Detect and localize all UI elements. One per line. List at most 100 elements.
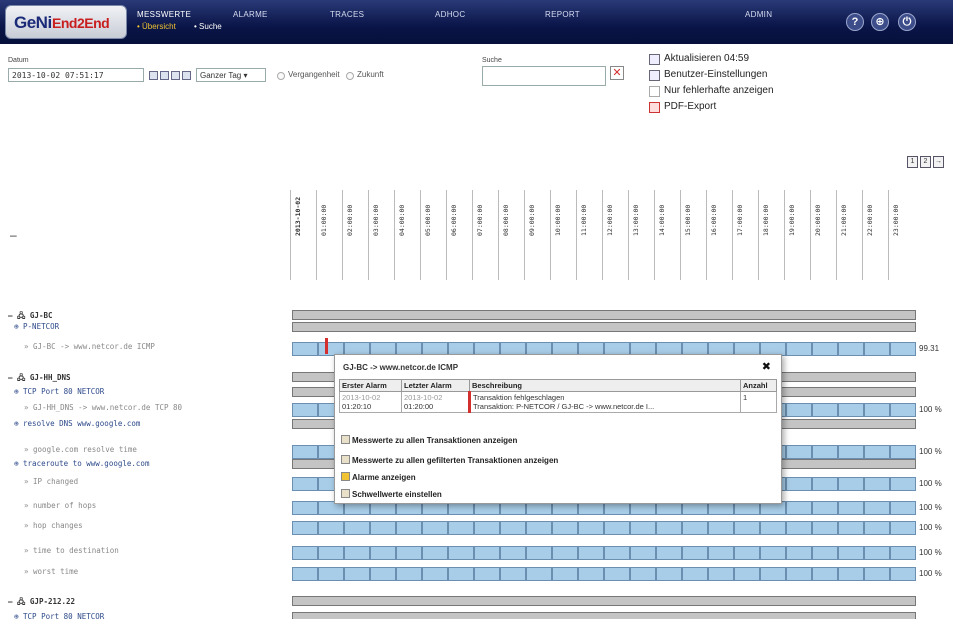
nav-traces[interactable]: TRACES — [330, 10, 364, 19]
page-2-button[interactable]: 2 — [920, 156, 931, 168]
tree-item[interactable]: – 🖧 GJP-212.22 — [8, 596, 75, 609]
timeline-column-header: 2013-10-02 — [290, 190, 306, 280]
status-timeline-bar[interactable] — [292, 596, 916, 606]
tree-item[interactable]: » google.com resolve time — [24, 445, 137, 454]
timeline-column-header: 14:00:00 — [654, 190, 670, 280]
timeline-column-header: 18:00:00 — [758, 190, 774, 280]
tree-item[interactable]: ⊕ TCP Port 80 NETCOR — [14, 612, 104, 619]
threshold-icon — [341, 489, 350, 498]
col-header-first-alarm: Erster Alarm — [339, 379, 402, 392]
pdf-export-link[interactable]: PDF-Export — [664, 101, 716, 112]
last-alarm-cell: 2013-10-02 01:20:00 — [401, 391, 470, 413]
column-time-label: 03:00:00 — [372, 204, 380, 236]
column-time-label: 17:00:00 — [736, 204, 744, 236]
tree-item[interactable]: – 🖧 GJ-HH_DNS — [8, 372, 71, 385]
calendar-icon[interactable] — [149, 71, 158, 80]
future-radio[interactable] — [346, 72, 354, 80]
past-radio[interactable] — [277, 72, 285, 80]
availability-value: 100 % — [919, 523, 942, 532]
nav-adhoc[interactable]: ADHOC — [435, 10, 465, 19]
column-time-label: 15:00:00 — [684, 204, 692, 236]
range-select[interactable]: Ganzer Tag ▾ — [196, 68, 266, 82]
app-logo[interactable]: GeNi End2End — [5, 5, 127, 39]
tree-item[interactable]: ⊕ P-NETCOR — [14, 322, 59, 331]
datum-input[interactable]: 2013-10-02 07:51:17 — [8, 68, 144, 82]
refresh-link[interactable]: Aktualisieren 04:59 — [664, 53, 749, 64]
nav-alarme[interactable]: ALARME — [233, 10, 268, 19]
clear-search-icon[interactable]: ✕ — [610, 66, 624, 80]
user-settings-link[interactable]: Benutzer-Einstellungen — [664, 69, 767, 80]
action-label: Schwellwerte einstellen — [352, 490, 442, 499]
availability-value: 100 % — [919, 503, 942, 512]
collapse-all-button[interactable]: – — [10, 228, 17, 242]
action-thresholds[interactable]: Schwellwerte einstellen — [341, 489, 442, 499]
popup-title: GJ-BC -> www.netcor.de ICMP — [343, 363, 459, 372]
column-time-label: 11:00:00 — [580, 204, 588, 236]
chart-icon — [341, 435, 350, 444]
timeline-column-header: 20:00:00 — [810, 190, 826, 280]
subnav-suche[interactable]: Suche — [194, 22, 222, 31]
availability-value: 99.31 — [919, 344, 940, 353]
tree-item[interactable]: » IP changed — [24, 477, 78, 486]
status-timeline-bar[interactable] — [292, 322, 916, 332]
timeline-column-header: 10:00:00 — [550, 190, 566, 280]
action-show-alarms[interactable]: Alarme anzeigen — [341, 472, 416, 482]
column-time-label: 04:00:00 — [398, 204, 406, 236]
search-label: Suche — [482, 57, 502, 64]
status-timeline-bar[interactable] — [292, 546, 916, 560]
tree-item[interactable]: ⊕ resolve DNS www.google.com — [14, 419, 140, 428]
column-time-label: 22:00:00 — [866, 204, 874, 236]
timeline-column-header: 16:00:00 — [706, 190, 722, 280]
page-1-button[interactable]: 1 — [907, 156, 918, 168]
alarm-marker[interactable] — [325, 338, 328, 354]
column-time-label: 23:00:00 — [892, 204, 900, 236]
tree-item[interactable]: ⊕ traceroute to www.google.com — [14, 459, 149, 468]
action-filtered-transactions[interactable]: Messwerte zu allen gefilterten Transakti… — [341, 455, 558, 465]
tree-item[interactable]: » worst time — [24, 567, 78, 576]
timeline-column-header: 19:00:00 — [784, 190, 800, 280]
pdf-icon[interactable] — [649, 102, 660, 113]
prev-day-icon[interactable] — [160, 71, 169, 80]
now-icon[interactable] — [182, 71, 191, 80]
logo-sub-text: End2End — [52, 15, 110, 31]
only-errors-checkbox[interactable] — [649, 86, 660, 97]
datum-label: Datum — [8, 57, 29, 64]
timeline-column-header: 17:00:00 — [732, 190, 748, 280]
timeline-column-header: 21:00:00 — [836, 190, 852, 280]
tree-item[interactable]: » number of hops — [24, 501, 96, 510]
nav-messwerte[interactable]: MESSWERTE — [137, 10, 191, 19]
search-input[interactable] — [482, 66, 606, 86]
close-icon[interactable]: ✖ — [762, 360, 771, 373]
help-icon[interactable]: ? — [846, 13, 864, 31]
action-all-transactions[interactable]: Messwerte zu allen Transaktionen anzeige… — [341, 435, 517, 445]
table-row[interactable]: 2013-10-02 01:20:10 2013-10-02 01:20:00 Tr… — [339, 391, 777, 413]
tree-item[interactable]: » hop changes — [24, 521, 83, 530]
status-timeline-bar[interactable] — [292, 310, 916, 320]
status-timeline-bar[interactable] — [292, 521, 916, 535]
column-time-label: 20:00:00 — [814, 204, 822, 236]
timeline-column-header: 04:00:00 — [394, 190, 410, 280]
timeline-column-header: 09:00:00 — [524, 190, 540, 280]
globe-icon[interactable]: ⊕ — [871, 13, 889, 31]
page-next-button[interactable]: → — [933, 156, 944, 168]
subnav-uebersicht[interactable]: Übersicht — [137, 22, 176, 31]
timeline-column-header: 11:00:00 — [576, 190, 592, 280]
tree-item[interactable]: ⊕ TCP Port 80 NETCOR — [14, 387, 104, 396]
logo-main-text: GeNi — [14, 13, 52, 32]
nav-report[interactable]: REPORT — [545, 10, 580, 19]
col-header-count: Anzahl — [740, 379, 777, 392]
logout-icon[interactable]: ⏻ — [898, 13, 916, 31]
tree-item[interactable]: » GJ-HH_DNS -> www.netcor.de TCP 80 — [24, 403, 182, 412]
tree-item[interactable]: » GJ-BC -> www.netcor.de ICMP — [24, 342, 155, 351]
timeline-column-header: 02:00:00 — [342, 190, 358, 280]
top-navigation-bar: GeNi End2End MESSWERTE Übersicht Suche A… — [0, 0, 953, 44]
user-settings-icon[interactable] — [649, 70, 660, 81]
refresh-icon[interactable] — [649, 54, 660, 65]
nav-admin[interactable]: ADMIN — [745, 10, 772, 19]
next-day-icon[interactable] — [171, 71, 180, 80]
status-timeline-bar[interactable] — [292, 612, 916, 619]
status-timeline-bar[interactable] — [292, 567, 916, 581]
tree-item[interactable]: » time to destination — [24, 546, 119, 555]
description-line-1: Transaktion fehlgeschlagen — [473, 393, 565, 402]
column-time-label: 10:00:00 — [554, 204, 562, 236]
